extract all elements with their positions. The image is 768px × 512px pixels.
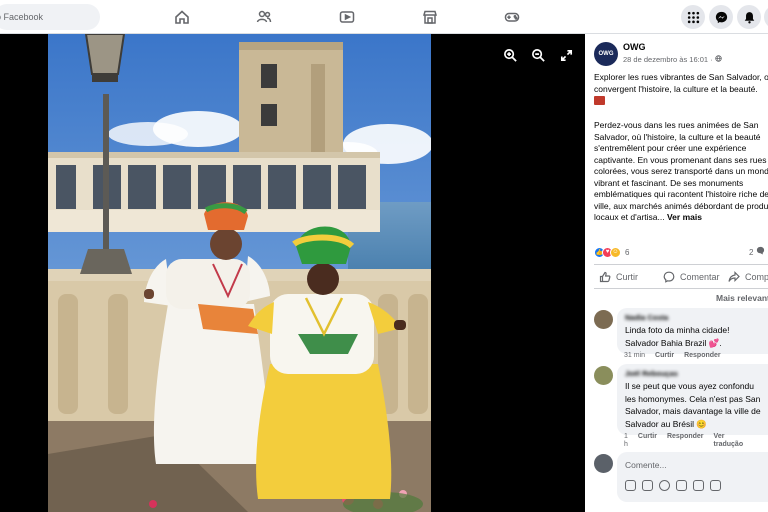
reaction-summary[interactable]: 👍 ♥ ☺ 6 [594, 246, 629, 258]
comment-text: Linda foto da minha cidade! Salvador Bah… [625, 324, 768, 349]
gif-icon[interactable] [693, 480, 704, 491]
comment-text: Il se peut que vous ayez confondu les ho… [625, 380, 768, 430]
comment-composer [617, 452, 768, 502]
comment-text-line: Il se peut que vous ayez confondu [625, 381, 755, 391]
commenter-avatar[interactable] [594, 310, 613, 329]
comment-sort-dropdown[interactable]: Mais relevantes [716, 293, 768, 303]
emoji-icon[interactable] [659, 480, 670, 491]
comment-label: Comentar [680, 272, 720, 282]
comment-text-line: les homonymes. Cela n'est pas San [625, 393, 761, 404]
gaming-icon[interactable] [501, 6, 523, 28]
divider [594, 288, 768, 289]
comment-time-part: 1 [624, 433, 628, 440]
photo-viewer [0, 34, 585, 512]
messenger-icon[interactable] [709, 5, 733, 29]
comment-like-link[interactable]: Curtir [638, 433, 657, 449]
comment-button[interactable]: Comentar [663, 270, 720, 284]
post-body-line: captivante. En vous promenant dans ses r… [594, 154, 767, 165]
post-body-line: Salvador, où l'histoire, la culture et l… [594, 131, 761, 142]
comment-time[interactable]: 1h [624, 433, 628, 449]
share-icon [728, 271, 740, 282]
like-label: Curtir [616, 272, 638, 282]
post-panel: OWG OWG 28 de dezembro às 16:01 · Explor… [585, 34, 768, 512]
top-navigation-bar: o Facebook [0, 0, 768, 34]
home-icon[interactable] [171, 6, 193, 28]
comment-bubble: Nadia Costa Linda foto da minha cidade! … [617, 308, 768, 354]
post-body-line: Perdez-vous dans les rues animées de San [594, 120, 759, 130]
comment-author[interactable]: Joël Rebouças [625, 369, 768, 378]
reaction-count: 6 [625, 247, 630, 257]
comment-meta: 31 min Curtir Responder [624, 352, 721, 359]
post-date[interactable]: 28 de dezembro às 16:01 · [623, 55, 722, 64]
post-body-line: vibrant et fascinant. De ses monuments [594, 177, 744, 188]
divider [594, 264, 768, 265]
bell-icon[interactable] [737, 5, 761, 29]
post-intro: Explorer les rues vibrantes de San Salva… [594, 72, 768, 95]
post-intro-line: convergent l'histoire, la culture et la … [594, 83, 758, 94]
comment-text-line: Salvador Bahia Brazil 💕. [625, 337, 722, 348]
page-avatar[interactable]: OWG [594, 42, 618, 66]
composer-tools [625, 480, 721, 491]
post-intro-line: Explorer les rues vibrantes de San Salva… [594, 72, 768, 82]
avatar-sticker-icon[interactable] [625, 480, 636, 491]
comment-meta: 1h Curtir Responder Ver tradução [624, 433, 743, 449]
comment-text-line: Salvador, mais davantage la ville de [625, 406, 761, 416]
see-translation-part: Ver [713, 433, 725, 440]
marketplace-icon[interactable] [419, 6, 441, 28]
friends-icon[interactable] [253, 6, 275, 28]
globe-icon [715, 55, 722, 62]
share-label: Compartilhar [745, 272, 768, 282]
comment-like-link[interactable]: Curtir [655, 352, 674, 359]
sticker-pack-icon[interactable] [710, 480, 721, 491]
post-date-text[interactable]: 28 de dezembro às 16:01 · [623, 55, 715, 64]
like-icon [599, 271, 611, 283]
comment-author[interactable]: Nadia Costa [625, 313, 768, 322]
commenter-avatar[interactable] [594, 366, 613, 385]
profile-button[interactable] [764, 5, 768, 29]
share-button[interactable]: Compartilhar [728, 270, 768, 284]
comment-time-part: h [624, 441, 628, 448]
comment-text-line: Linda foto da minha cidade! [625, 325, 730, 335]
post-body-line: colorées, vous serez transporté dans un … [594, 166, 768, 176]
sticker-icon[interactable] [642, 480, 653, 491]
comment-time[interactable]: 31 min [624, 352, 645, 359]
zoom-in-icon[interactable] [499, 44, 521, 66]
page-name[interactable]: OWG [623, 42, 646, 52]
post-body: Perdez-vous dans les rues animées de San… [594, 120, 768, 224]
zoom-out-icon[interactable] [527, 44, 549, 66]
see-more-link[interactable]: Ver mais [667, 212, 702, 222]
see-translation-part: tradução [713, 441, 744, 448]
camera-icon[interactable] [676, 480, 687, 491]
comment-count[interactable]: 2 [749, 246, 765, 257]
see-translation-link[interactable]: Ver tradução [714, 433, 744, 449]
post-body-line: locaux et d'artisa... [594, 212, 665, 222]
post-body-line: ville, aux marchés animés débordant de p… [594, 200, 768, 211]
post-body-line: emblématiques qui racontent l'histoire r… [594, 189, 768, 199]
comment-input[interactable] [625, 458, 765, 472]
comment-count-number: 2 [749, 248, 754, 257]
current-user-avatar[interactable] [594, 454, 613, 473]
comment-bubble: Joël Rebouças Il se peut que vous ayez c… [617, 364, 768, 435]
search-input[interactable]: o Facebook [0, 4, 100, 30]
comment-bubble-icon [756, 246, 764, 255]
comment-reply-link[interactable]: Responder [667, 433, 704, 449]
comment-text-line: Salvador au Brésil 😊 [625, 418, 707, 429]
comment-icon [663, 271, 675, 283]
haha-reaction-icon: ☺ [610, 246, 621, 258]
post-body-line: s'entremêlent pour créer une expérience [594, 143, 747, 153]
fullscreen-icon[interactable] [555, 44, 577, 66]
like-button[interactable]: Curtir [599, 270, 638, 284]
post-photo [48, 34, 431, 512]
watch-icon[interactable] [336, 6, 358, 28]
comment-reply-link[interactable]: Responder [684, 352, 721, 359]
flag-emoji-icon [594, 96, 605, 105]
menu-grid-icon[interactable] [681, 5, 705, 29]
